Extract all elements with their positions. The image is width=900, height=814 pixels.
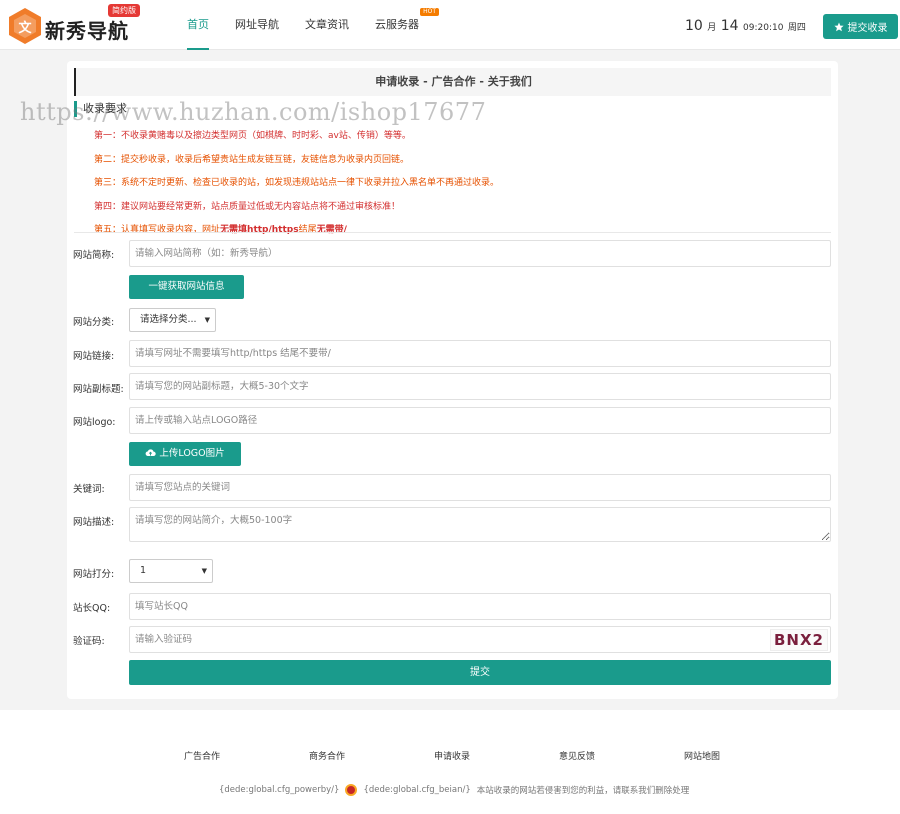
site-logo[interactable]: 文 新秀导航 简约版 (5, 4, 145, 48)
footer-link-ads[interactable]: 广告合作 (184, 749, 220, 762)
date-day: 14 (720, 18, 739, 34)
beian-link[interactable]: {dede:global.cfg_beian/} (363, 785, 470, 795)
submission-card: 申请收录 - 广告合作 - 关于我们 收录要求 第一：不收录黄赌毒以及擦边类型网… (67, 61, 838, 699)
rating-selected: 1 (140, 565, 147, 576)
nav-item-sites[interactable]: 网址导航 (223, 0, 291, 50)
powerby-text: {dede:global.cfg_powerby/} (219, 785, 340, 795)
subtitle-input[interactable] (129, 373, 831, 400)
nav-label: 文章资讯 (305, 18, 349, 31)
month-unit: 月 (707, 23, 717, 33)
rules-title: 收录要求 (74, 101, 127, 117)
site-name-label: 网站简称: (73, 250, 115, 261)
footer-link-feedback[interactable]: 意见反馈 (559, 749, 595, 762)
site-url-input[interactable] (129, 340, 831, 367)
svg-text:文: 文 (18, 20, 32, 36)
site-url-label: 网站链接: (73, 351, 115, 362)
description-textarea[interactable] (129, 507, 831, 542)
weekday: 周四 (787, 23, 806, 33)
subtitle-label: 网站副标题: (73, 384, 124, 395)
hot-badge: HOT (420, 8, 439, 16)
upload-logo-button[interactable]: 上传LOGO图片 (129, 442, 241, 466)
logo-text: 新秀导航 (45, 19, 129, 43)
keywords-label: 关键词: (73, 484, 105, 495)
footer-info: {dede:global.cfg_powerby/} {dede:global.… (219, 784, 689, 796)
logo-hexagon-icon: 文 (9, 8, 41, 44)
submit-site-button[interactable]: 提交收录 (823, 14, 898, 39)
cloud-upload-icon (145, 449, 157, 457)
rules-list: 第一：不收录黄赌毒以及擦边类型网页（如棋牌、时时彩、av站、传销）等等。 第二：… (94, 129, 824, 247)
edition-badge: 简约版 (108, 4, 140, 17)
nav-label: 网址导航 (235, 18, 279, 31)
footer-link-business[interactable]: 商务合作 (309, 749, 345, 762)
date-time-display: 10 月 14 09:20:10 周四 (685, 18, 806, 34)
fetch-site-info-button[interactable]: 一键获取网站信息 (129, 275, 244, 299)
category-label: 网站分类: (73, 317, 115, 328)
card-title: 申请收录 - 广告合作 - 关于我们 (74, 68, 831, 96)
qq-input[interactable] (129, 593, 831, 620)
keywords-input[interactable] (129, 474, 831, 501)
site-name-input[interactable] (129, 240, 831, 267)
rating-label: 网站打分: (73, 569, 115, 580)
nav-label: 首页 (187, 18, 209, 31)
date-month: 10 (685, 18, 703, 34)
description-label: 网站描述: (73, 517, 115, 528)
rule-item: 第三：系统不定时更新、检查已收录的站，如发现违规站站点一律下收录并拉入黑名单不再… (94, 178, 500, 188)
rule-item: 第一：不收录黄赌毒以及擦边类型网页（如棋牌、时时彩、av站、传销）等等。 (94, 131, 411, 141)
copyright-notice: 本站收录的网站若侵害到您的利益，请联系我们删除处理 (476, 786, 690, 796)
dropdown-arrow-icon: ▼ (204, 316, 210, 324)
category-select[interactable]: 请选择分类... ▼ (129, 308, 216, 332)
captcha-input[interactable] (129, 626, 831, 653)
main-nav: 首页 网址导航 文章资讯 云服务器 HOT (175, 0, 441, 50)
captcha-image[interactable]: BNX2 (770, 629, 828, 651)
upload-logo-label: 上传LOGO图片 (159, 448, 225, 459)
logo-input[interactable] (129, 407, 831, 434)
dropdown-arrow-icon: ▼ (201, 567, 207, 575)
nav-label: 云服务器 (375, 18, 419, 31)
nav-item-articles[interactable]: 文章资讯 (293, 0, 361, 50)
captcha-label: 验证码: (73, 636, 105, 647)
nav-item-home[interactable]: 首页 (175, 0, 221, 50)
footer-link-sitemap[interactable]: 网站地图 (684, 749, 720, 762)
footer: 广告合作 商务合作 申请收录 意见反馈 网站地图 {dede:global.cf… (0, 710, 900, 814)
form-submit-button[interactable]: 提交 (129, 660, 831, 685)
nav-item-cloud-server[interactable]: 云服务器 HOT (363, 0, 439, 50)
qq-label: 站长QQ: (73, 603, 111, 614)
category-selected: 请选择分类... (140, 314, 197, 325)
logo-label: 网站logo: (73, 417, 116, 428)
police-badge-icon (345, 784, 358, 796)
clock-time: 09:20:10 (743, 23, 784, 33)
footer-link-apply[interactable]: 申请收录 (434, 749, 470, 762)
top-header: 文 新秀导航 简约版 首页 网址导航 文章资讯 云服务器 HOT 10 月 14… (0, 0, 900, 50)
divider (74, 232, 831, 233)
rule-item: 第四：建议网站要经常更新，站点质量过低或无内容站点将不通过审核标准！ (94, 201, 401, 212)
rule-item: 第二：提交秒收录，收录后希望贵站生成友链互链，友链信息为收录内页回链。 (94, 154, 410, 165)
star-icon (833, 22, 844, 31)
submit-site-label: 提交收录 (847, 23, 888, 34)
rating-select[interactable]: 1 ▼ (129, 559, 213, 583)
